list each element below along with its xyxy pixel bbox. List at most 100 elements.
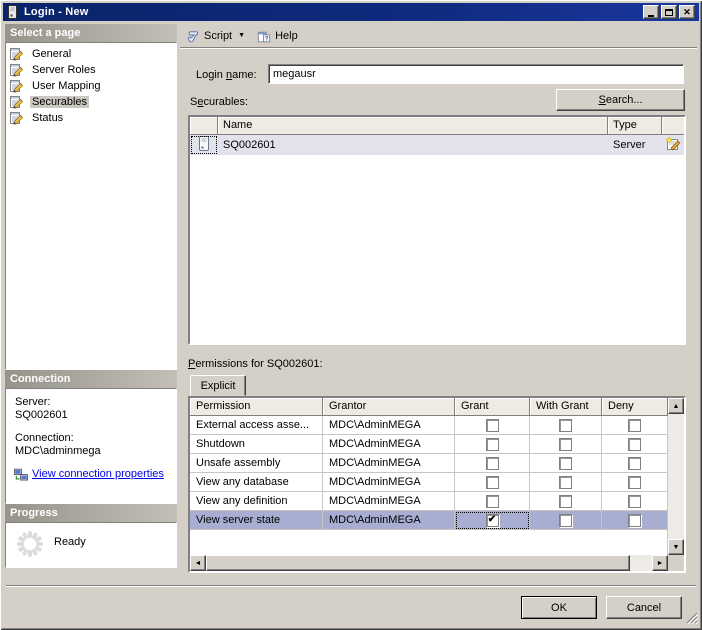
grid-filler: [190, 530, 668, 555]
ok-button[interactable]: OK: [521, 596, 597, 619]
deny-cell: [602, 492, 668, 511]
page-edit-icon: [10, 95, 24, 109]
with-grant-checkbox[interactable]: [559, 495, 572, 508]
securables-col-header-blank: [190, 117, 218, 135]
connection-header: Connection: [5, 370, 177, 388]
securables-row[interactable]: SQ002601Server: [190, 135, 684, 155]
securable-edit-cell[interactable]: [662, 135, 684, 155]
deny-cell: [602, 473, 668, 492]
help-button[interactable]: ? Help: [251, 25, 304, 47]
help-icon: ?: [257, 29, 271, 43]
permissions-label: Permissions for SQ002601:: [188, 358, 323, 370]
grant-checkbox[interactable]: ✔: [486, 514, 499, 527]
maximize-icon: [665, 9, 673, 16]
sidebar-item-general[interactable]: General: [6, 46, 176, 62]
perm-col-header-grant[interactable]: Grant: [455, 398, 530, 416]
deny-checkbox[interactable]: [628, 476, 641, 489]
permission-grantor: MDC\AdminMEGA: [323, 416, 455, 435]
with-grant-checkbox[interactable]: [559, 438, 572, 451]
tab-explicit[interactable]: Explicit: [190, 375, 246, 396]
securables-col-header-name[interactable]: Name: [218, 117, 608, 135]
with-grant-checkbox[interactable]: [559, 476, 572, 489]
server-icon: [198, 136, 210, 154]
grant-checkbox[interactable]: [486, 476, 499, 489]
scroll-up-button[interactable]: ▲: [668, 398, 684, 414]
perm-col-header-with-grant[interactable]: With Grant: [530, 398, 602, 416]
with-grant-cell: [530, 454, 602, 473]
grant-checkbox[interactable]: [486, 457, 499, 470]
sidebar-item-securables[interactable]: Securables: [6, 94, 176, 110]
deny-checkbox[interactable]: [628, 419, 641, 432]
with-grant-cell: [530, 416, 602, 435]
permission-name: View any definition: [190, 492, 323, 511]
close-button[interactable]: ✕: [679, 5, 695, 19]
horizontal-scrollbar[interactable]: ◄ ►: [190, 555, 668, 571]
maximize-button[interactable]: [661, 5, 677, 19]
scroll-left-button[interactable]: ◄: [190, 555, 206, 571]
page-list: GeneralServer RolesUser MappingSecurable…: [6, 43, 176, 126]
page-edit-icon: [10, 79, 24, 93]
resize-grip-icon[interactable]: [686, 612, 698, 624]
deny-checkbox[interactable]: [628, 438, 641, 451]
minimize-button[interactable]: [643, 5, 659, 19]
sidebar-item-server-roles[interactable]: Server Roles: [6, 62, 176, 78]
connection-properties-icon: [14, 467, 28, 481]
horizontal-scroll-thumb[interactable]: [206, 555, 630, 571]
select-a-page-label: Select a page: [10, 27, 80, 39]
help-label: Help: [275, 30, 298, 42]
deny-checkbox[interactable]: [628, 457, 641, 470]
scroll-down-button[interactable]: ▼: [668, 539, 684, 555]
connection-label: Connection:: [15, 432, 74, 444]
permission-name: View server state: [190, 511, 323, 530]
progress-header-label: Progress: [10, 507, 58, 519]
permission-row[interactable]: ShutdownMDC\AdminMEGA: [190, 435, 668, 454]
permission-name: Unsafe assembly: [190, 454, 323, 473]
script-button[interactable]: Script ▼: [180, 25, 251, 47]
svg-text:?: ?: [265, 35, 269, 42]
permission-name: Shutdown: [190, 435, 323, 454]
sidebar-item-user-mapping[interactable]: User Mapping: [6, 78, 176, 94]
permission-row[interactable]: View any databaseMDC\AdminMEGA: [190, 473, 668, 492]
grant-checkbox[interactable]: [486, 419, 499, 432]
with-grant-checkbox[interactable]: [559, 514, 572, 527]
securables-col-header-blank: [662, 117, 684, 135]
with-grant-checkbox[interactable]: [559, 457, 572, 470]
permission-grantor: MDC\AdminMEGA: [323, 511, 455, 530]
securables-col-header-type[interactable]: Type: [608, 117, 662, 135]
perm-col-header-permission[interactable]: Permission: [190, 398, 323, 416]
vertical-scrollbar[interactable]: ▲ ▼: [668, 398, 684, 555]
deny-checkbox[interactable]: [628, 514, 641, 527]
permission-row[interactable]: View server stateMDC\AdminMEGA ✔: [190, 511, 668, 530]
login-new-dialog: Login - New ✕ Select a page GeneralServe…: [0, 0, 702, 630]
edit-icon: [665, 136, 681, 155]
permission-row[interactable]: Unsafe assemblyMDC\AdminMEGA: [190, 454, 668, 473]
deny-cell: [602, 435, 668, 454]
grant-cell: [455, 473, 530, 492]
grant-cell: ✔: [455, 511, 530, 530]
cancel-button[interactable]: Cancel: [606, 596, 682, 619]
titlebar: Login - New ✕: [3, 3, 699, 21]
progress-status: Ready: [54, 536, 86, 548]
search-button[interactable]: Search...: [556, 89, 685, 111]
window-title: Login - New: [24, 6, 89, 18]
perm-col-header-deny[interactable]: Deny: [602, 398, 668, 416]
permissions-grid-header: PermissionGrantorGrantWith GrantDeny: [190, 398, 668, 416]
cancel-button-label: Cancel: [627, 602, 661, 614]
permissions-grid-inner: PermissionGrantorGrantWith GrantDeny Ext…: [190, 398, 684, 571]
server-icon: [6, 5, 20, 19]
securable-icon-cell[interactable]: [190, 135, 218, 155]
grant-checkbox[interactable]: [486, 438, 499, 451]
with-grant-checkbox[interactable]: [559, 419, 572, 432]
sidebar-item-status[interactable]: Status: [6, 110, 176, 126]
permission-row[interactable]: External access asse...MDC\AdminMEGA: [190, 416, 668, 435]
script-label: Script: [204, 30, 232, 42]
perm-col-header-grantor[interactable]: Grantor: [323, 398, 455, 416]
with-grant-cell: [530, 511, 602, 530]
scroll-right-button[interactable]: ►: [652, 555, 668, 571]
permission-row[interactable]: View any definitionMDC\AdminMEGA: [190, 492, 668, 511]
grant-checkbox[interactable]: [486, 495, 499, 508]
view-connection-properties-link[interactable]: View connection properties: [32, 468, 164, 480]
deny-checkbox[interactable]: [628, 495, 641, 508]
grant-cell: [455, 416, 530, 435]
login-name-input[interactable]: [268, 64, 684, 84]
